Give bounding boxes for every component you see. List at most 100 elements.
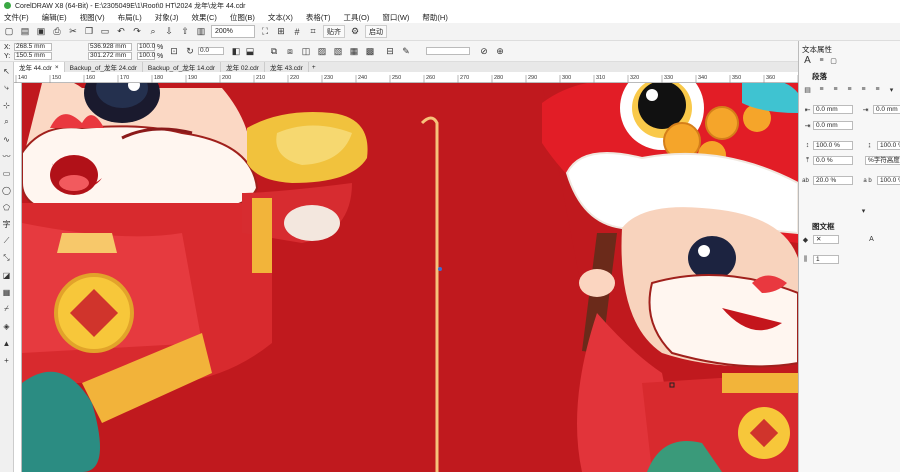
parallel-dimension-icon[interactable]: ⟋ [2, 236, 12, 246]
rotation-field[interactable]: 0.0 [198, 47, 224, 55]
copy-icon[interactable]: ❐ [83, 26, 95, 38]
frame-fill-select[interactable]: ✕ [813, 235, 839, 244]
first-line-indent-field[interactable]: 0.0 mm [873, 105, 900, 114]
menu-text[interactable]: 文本(X) [268, 12, 293, 23]
intersect-icon[interactable]: ◫ [300, 45, 312, 57]
back-minus-front-icon[interactable]: ▦ [348, 45, 360, 57]
open-folder-icon[interactable]: ▤ [19, 26, 31, 38]
rulers-icon[interactable]: ⊞ [275, 26, 287, 38]
new-document-icon[interactable]: ▢ [3, 26, 15, 38]
undo-icon[interactable]: ↶ [115, 26, 127, 38]
close-icon[interactable]: × [55, 64, 59, 71]
menu-tools[interactable]: 工具(O) [344, 12, 370, 23]
vertical-ruler[interactable] [14, 83, 22, 472]
polygon-tool-icon[interactable]: ⬠ [2, 202, 12, 212]
menu-object[interactable]: 对象(J) [155, 12, 179, 23]
publish-pdf-icon[interactable]: ▥ [195, 26, 207, 38]
launch-button[interactable]: 启动 [365, 25, 387, 38]
create-boundary-icon[interactable]: ▩ [364, 45, 376, 57]
guides-icon[interactable]: ⌗ [307, 26, 319, 38]
grid-icon[interactable]: # [291, 26, 303, 38]
para-spacing-field[interactable]: 100.0 % [813, 141, 853, 150]
align-left-icon[interactable]: ≡ [817, 85, 826, 94]
document-tab[interactable]: 龙年 43.cdr [265, 62, 309, 72]
save-icon[interactable]: ▣ [35, 26, 47, 38]
artistic-media-icon[interactable]: 〰 [2, 151, 12, 161]
smart-fill-icon[interactable]: ▲ [2, 338, 12, 348]
interactive-fill-icon[interactable]: ◈ [2, 321, 12, 331]
quick-customize-icon[interactable]: ⊕ [494, 45, 506, 57]
rectangle-tool-icon[interactable]: ▭ [2, 168, 12, 178]
expand-icon[interactable]: ▾ [859, 206, 868, 215]
paragraph-icon[interactable]: ≡ [817, 56, 826, 65]
align-right-icon[interactable]: ≡ [845, 85, 854, 94]
right-lion-illustration[interactable] [542, 83, 798, 472]
text-frame-icon[interactable]: A [867, 235, 876, 244]
frame-icon[interactable]: ▢ [829, 56, 838, 65]
force-justify-icon[interactable]: ≡ [873, 85, 882, 94]
outline-width-select[interactable] [426, 47, 470, 55]
path-guide[interactable] [420, 116, 439, 472]
char-spacing-field[interactable]: 20.0 % [813, 176, 853, 185]
lock-ratio-icon[interactable]: ⊡ [168, 45, 180, 57]
import-icon[interactable]: ⇩ [163, 26, 175, 38]
rotation-icon[interactable]: ↻ [184, 45, 196, 57]
drop-shadow-icon[interactable]: ◪ [2, 270, 12, 280]
align-center-icon[interactable]: ≡ [831, 85, 840, 94]
transparency-tool-icon[interactable]: ▦ [2, 287, 12, 297]
trim-icon[interactable]: ⧈ [284, 45, 296, 57]
menu-effects[interactable]: 效果(C) [192, 12, 217, 23]
menu-file[interactable]: 文件(F) [4, 12, 29, 23]
align-none-icon[interactable]: ▤ [803, 85, 812, 94]
redo-icon[interactable]: ↷ [131, 26, 143, 38]
mirror-horizontal-icon[interactable]: ◧ [230, 45, 242, 57]
horizontal-ruler[interactable]: 140 150 160 170 180 190 200 210 220 230 240 250 260 2… [14, 72, 809, 83]
right-indent-field[interactable]: 0.0 mm [813, 121, 853, 130]
word-spacing-field[interactable]: 100.0 % [877, 176, 900, 185]
y-position-field[interactable]: 150.5 mm [14, 52, 52, 60]
menu-view[interactable]: 视图(V) [80, 12, 105, 23]
menu-window[interactable]: 窗口(W) [382, 12, 409, 23]
drawing-canvas[interactable] [22, 83, 798, 472]
scale-x-field[interactable]: 100.0 [137, 43, 155, 51]
outline-toggle-icon[interactable]: ⊘ [478, 45, 490, 57]
menu-edit[interactable]: 编辑(E) [42, 12, 67, 23]
x-position-field[interactable]: 268.5 mm [14, 43, 52, 51]
shape-tool-icon[interactable]: ⤷ [2, 83, 12, 93]
zoom-level-select[interactable]: 200% [211, 25, 255, 38]
height-field[interactable]: 301.272 mm [88, 52, 132, 60]
pick-tool-icon[interactable]: ↖ [2, 66, 12, 76]
print-icon[interactable]: ⎙ [51, 26, 63, 38]
align-menu-icon[interactable]: ▾ [887, 85, 896, 94]
paste-icon[interactable]: ▭ [99, 26, 111, 38]
left-indent-field[interactable]: 0.0 mm [813, 105, 853, 114]
menu-layout[interactable]: 布局(L) [118, 12, 142, 23]
menu-help[interactable]: 帮助(H) [422, 12, 447, 23]
document-tab[interactable]: 龙年 02.cdr [221, 62, 265, 72]
spacing-unit-select[interactable]: %字符高度 [865, 156, 900, 165]
crop-tool-icon[interactable]: ⊹ [2, 100, 12, 110]
before-spacing-field[interactable]: 0.0 % [813, 156, 853, 165]
frame-fill-icon[interactable]: ◆ [801, 235, 810, 244]
eyedropper-tool-icon[interactable]: ⌿ [2, 304, 12, 314]
text-tool-icon[interactable]: 字 [2, 219, 12, 229]
align-distribute-icon[interactable]: ⊟ [384, 45, 396, 57]
outline-pen-icon[interactable]: ✎ [400, 45, 412, 57]
weld-icon[interactable]: ⧉ [268, 45, 280, 57]
cut-icon[interactable]: ✂ [67, 26, 79, 38]
zoom-tool-icon[interactable]: ⌕ [2, 117, 12, 127]
width-field[interactable]: 536.928 mm [88, 43, 132, 51]
selection-handle[interactable] [438, 267, 442, 271]
snap-to-button[interactable]: 贴齐 [323, 25, 345, 38]
ellipse-tool-icon[interactable]: ◯ [2, 185, 12, 195]
simplify-icon[interactable]: ▨ [316, 45, 328, 57]
document-tab[interactable]: Backup_of_龙年 14.cdr [143, 62, 222, 72]
justify-icon[interactable]: ≡ [859, 85, 868, 94]
add-tab-button[interactable]: + [309, 62, 319, 72]
options-gear-icon[interactable]: ⚙ [349, 26, 361, 38]
menu-table[interactable]: 表格(T) [306, 12, 331, 23]
left-dragon-illustration[interactable] [22, 83, 368, 472]
scale-y-field[interactable]: 100.0 [137, 52, 155, 60]
search-icon[interactable]: ⌕ [147, 26, 159, 38]
freehand-tool-icon[interactable]: ∿ [2, 134, 12, 144]
